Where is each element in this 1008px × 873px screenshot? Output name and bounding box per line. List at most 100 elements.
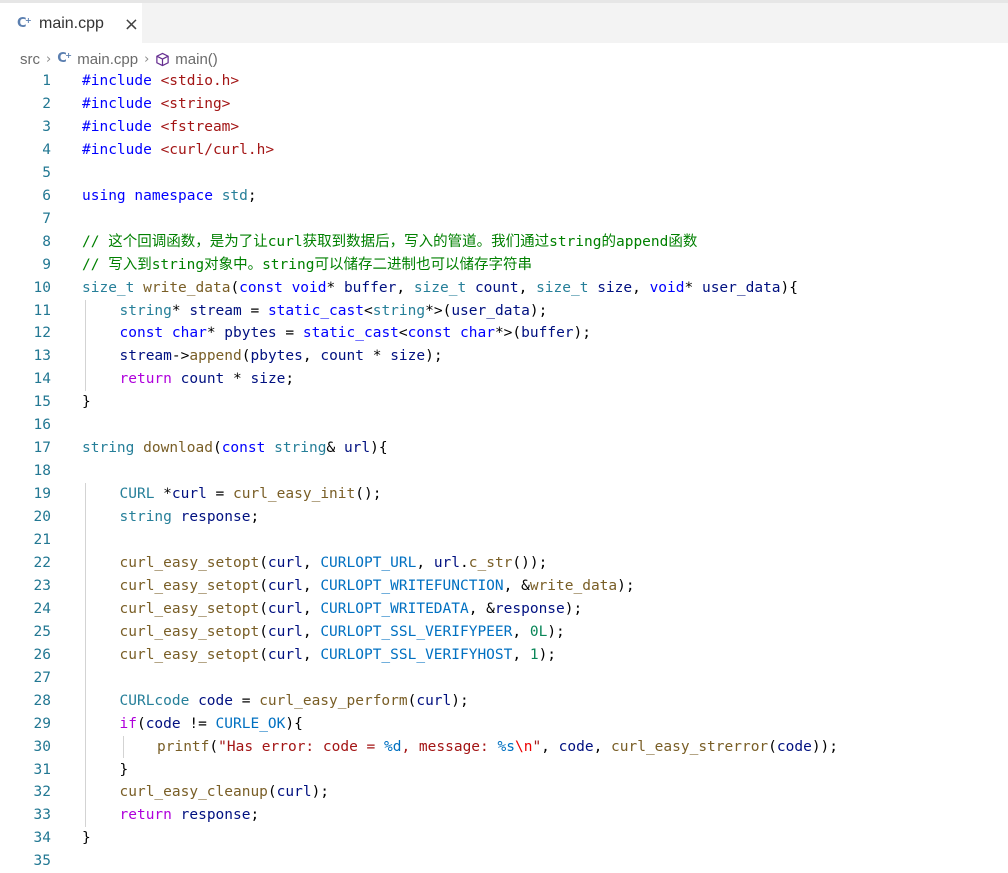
code-token: )); bbox=[811, 738, 839, 755]
code-text: #include <stdio.h> bbox=[82, 70, 239, 93]
code-token: * bbox=[154, 486, 172, 503]
breadcrumb-folder[interactable]: src bbox=[20, 51, 40, 68]
code-editor[interactable]: 1 #include <stdio.h> 2 #include <string> 3 #i… bbox=[0, 70, 1008, 869]
code-line[interactable]: 19 CURL *curl = curl_easy_init(); bbox=[0, 483, 1008, 506]
code-token: CURLOPT_URL bbox=[320, 554, 417, 571]
code-token: , bbox=[541, 738, 559, 755]
code-token: curl bbox=[171, 486, 207, 503]
code-line[interactable]: 11 string* stream = static_cast<string*>(… bbox=[0, 300, 1008, 323]
code-token: buffer bbox=[521, 325, 574, 342]
code-token: CURLOPT_SSL_VERIFYPEER bbox=[320, 623, 513, 640]
code-line[interactable]: 23 curl_easy_setopt(curl, CURLOPT_WRITEFU… bbox=[0, 575, 1008, 598]
cpp-file-icon: C + bbox=[57, 51, 72, 66]
code-line[interactable]: 26 curl_easy_setopt(curl, CURLOPT_SSL_VER… bbox=[0, 644, 1008, 667]
code-line[interactable]: 12 const char* pbytes = static_cast<const… bbox=[0, 322, 1008, 345]
code-token: ( bbox=[230, 279, 240, 296]
code-token: ( bbox=[768, 738, 777, 755]
code-token: = bbox=[276, 325, 303, 342]
code-token: curl_easy_setopt bbox=[119, 554, 260, 571]
code-line[interactable]: 20 string response; bbox=[0, 506, 1008, 529]
code-text: curl_easy_setopt(curl, CURLOPT_WRITEFUNC… bbox=[120, 575, 635, 598]
code-token: ){ bbox=[285, 715, 303, 732]
code-text: #include <curl/curl.h> bbox=[82, 139, 274, 162]
code-token: curl bbox=[276, 784, 312, 801]
code-line[interactable]: 32 curl_easy_cleanup(curl); bbox=[0, 781, 1008, 804]
code-line[interactable]: 16 bbox=[0, 414, 1008, 437]
code-line[interactable]: 7 bbox=[0, 208, 1008, 231]
line-number: 2 bbox=[42, 95, 51, 112]
code-line[interactable]: 27 bbox=[0, 667, 1008, 690]
close-icon[interactable]: × bbox=[124, 14, 139, 35]
code-token: ; bbox=[285, 371, 295, 388]
code-token: } bbox=[82, 394, 91, 411]
code-token: * bbox=[364, 348, 391, 365]
line-number: 32 bbox=[33, 784, 51, 801]
code-token: curl_easy_setopt bbox=[119, 577, 260, 594]
tab-main-cpp[interactable]: C + main.cpp × bbox=[0, 3, 142, 45]
code-line[interactable]: 31} bbox=[0, 759, 1008, 782]
code-line[interactable]: 35 bbox=[0, 850, 1008, 873]
code-token: string bbox=[119, 509, 172, 526]
code-token: ); bbox=[573, 325, 592, 342]
code-line[interactable]: 13 stream->append(pbytes, count * size); bbox=[0, 345, 1008, 368]
code-token: <string> bbox=[160, 95, 231, 112]
code-token: curl_easy_init bbox=[233, 486, 356, 503]
code-line[interactable]: 18 bbox=[0, 460, 1008, 483]
code-token: <fstream> bbox=[160, 118, 240, 135]
code-line[interactable]: 28 CURLcode code = curl_easy_perform(curl… bbox=[0, 690, 1008, 713]
code-token: ); bbox=[425, 348, 443, 365]
code-token: ); bbox=[311, 784, 330, 801]
code-line[interactable]: 14 return count * size; bbox=[0, 368, 1008, 391]
code-line[interactable]: 29 if(code != CURLE_OK){ bbox=[0, 713, 1008, 736]
code-token: = bbox=[233, 692, 260, 709]
code-token: %d bbox=[384, 738, 402, 755]
code-text: if(code != CURLE_OK){ bbox=[120, 713, 303, 736]
line-number: 25 bbox=[33, 623, 51, 640]
code-line[interactable]: 8 // 这个回调函数，是为了让curl获取到数据后，写入的管道。我们通过stri… bbox=[0, 231, 1008, 254]
code-token: download bbox=[143, 440, 213, 457]
code-line[interactable]: 4 #include <curl/curl.h> bbox=[0, 139, 1008, 162]
line-number: 17 bbox=[33, 440, 51, 457]
code-line[interactable]: 3 #include <fstream> bbox=[0, 116, 1008, 139]
code-token: * bbox=[171, 302, 190, 319]
code-line[interactable]: 25 curl_easy_setopt(curl, CURLOPT_SSL_VER… bbox=[0, 621, 1008, 644]
code-token: ( bbox=[209, 738, 219, 755]
code-token: \n bbox=[514, 738, 533, 755]
code-line[interactable]: 24 curl_easy_setopt(curl, CURLOPT_WRITEDA… bbox=[0, 598, 1008, 621]
code-token: size_t bbox=[82, 279, 135, 296]
code-token: ( bbox=[136, 715, 146, 732]
breadcrumb-symbol[interactable]: main() bbox=[175, 51, 218, 68]
code-token: static_cast bbox=[302, 325, 399, 342]
code-token: , bbox=[632, 279, 650, 296]
code-line[interactable]: 33 return response; bbox=[0, 804, 1008, 827]
breadcrumb: src › C + main.cpp › main() bbox=[20, 48, 218, 70]
code-line[interactable]: 34} bbox=[0, 827, 1008, 850]
code-line[interactable]: 30 printf("Has error: code = %d, message:… bbox=[0, 736, 1008, 759]
code-token: ; bbox=[250, 807, 260, 824]
code-line[interactable]: 1 #include <stdio.h> bbox=[0, 70, 1008, 93]
code-text: curl_easy_cleanup(curl); bbox=[120, 781, 330, 804]
code-line[interactable]: 17 string download(const string& url){ bbox=[0, 437, 1008, 460]
code-token: CURLOPT_WRITEDATA bbox=[320, 600, 469, 617]
code-line[interactable]: 15} bbox=[0, 391, 1008, 414]
code-line[interactable]: 2 #include <string> bbox=[0, 93, 1008, 116]
breadcrumb-file[interactable]: main.cpp bbox=[77, 51, 138, 68]
code-line[interactable]: 10 size_t write_data(const void* buffer, … bbox=[0, 277, 1008, 300]
code-token: printf bbox=[157, 738, 210, 755]
code-text: curl_easy_setopt(curl, CURLOPT_WRITEDATA… bbox=[120, 598, 583, 621]
line-number: 6 bbox=[42, 187, 51, 204]
code-token: const bbox=[239, 279, 283, 296]
code-line[interactable]: 5 bbox=[0, 162, 1008, 185]
code-line[interactable]: 9 // 写入到string对象中。string可以储存二进制也可以储存字符串 bbox=[0, 254, 1008, 277]
code-token: ( bbox=[259, 577, 268, 594]
line-number: 31 bbox=[33, 761, 51, 778]
code-token: , bbox=[302, 348, 321, 365]
code-token: , bbox=[302, 577, 321, 594]
code-line[interactable]: 22 curl_easy_setopt(curl, CURLOPT_URL, ur… bbox=[0, 552, 1008, 575]
code-token: response bbox=[180, 509, 251, 526]
code-line[interactable]: 21 bbox=[0, 529, 1008, 552]
code-line[interactable]: 6 using namespace std; bbox=[0, 185, 1008, 208]
